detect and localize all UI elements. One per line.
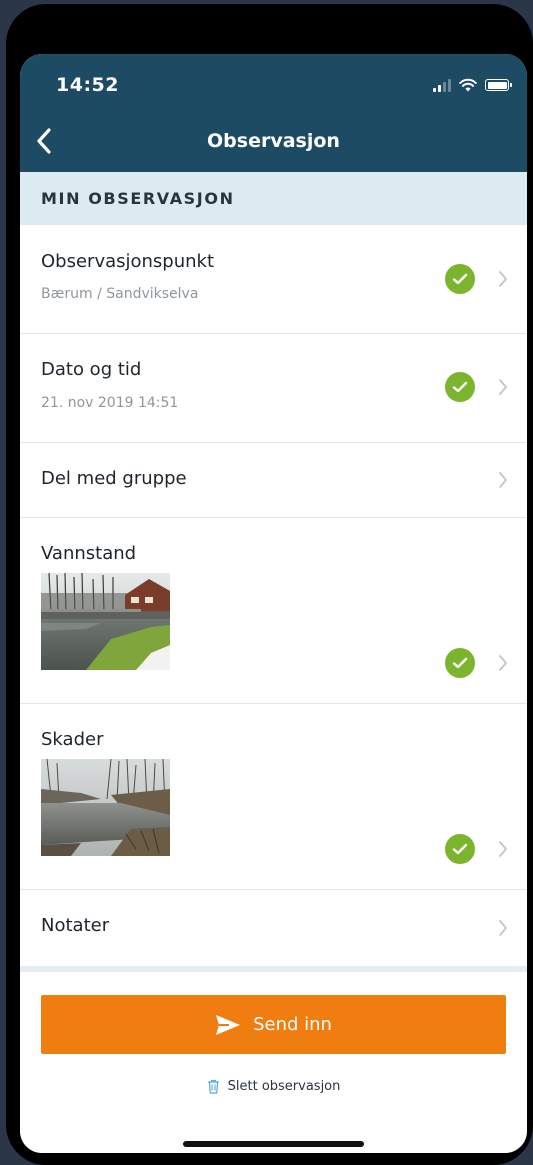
check-circle-icon [445,264,475,294]
delete-observation-link[interactable]: Slett observasjon [20,1074,527,1098]
status-time: 14:52 [56,74,119,96]
section-header: MIN OBSERVASJON [20,172,527,225]
check-circle-icon [445,648,475,678]
chevron-right-icon [496,376,510,398]
app-header: 14:52 Observasjon [20,54,527,172]
chevron-right-icon [496,652,510,674]
damage-photo[interactable] [41,759,170,856]
send-button-label: Send inn [253,1014,332,1035]
chevron-right-icon [496,469,510,491]
row-subtitle: 21. nov 2019 14:51 [41,395,179,411]
device-background: 14:52 Observasjon MIN OBSERVASJON Observ… [0,0,533,1165]
chevron-right-icon [496,917,510,939]
wifi-icon [459,78,477,92]
row-observation-point[interactable]: Observasjonspunkt Bærum / Sandvikselva [20,225,527,334]
row-title: Skader [41,729,104,750]
row-title: Observasjonspunkt [41,251,215,272]
status-icons [433,76,512,94]
battery-icon [485,79,512,91]
row-water-level[interactable]: Vannstand [20,518,527,704]
row-notes[interactable]: Notater [20,890,527,966]
trash-icon [207,1079,219,1094]
chevron-right-icon [496,268,510,290]
row-title: Notater [41,915,110,936]
home-indicator [183,1141,364,1147]
row-title: Dato og tid [41,359,142,380]
signal-icon [433,78,451,92]
check-circle-icon [445,834,475,864]
row-date-time[interactable]: Dato og tid 21. nov 2019 14:51 [20,334,527,443]
row-subtitle: Bærum / Sandvikselva [41,286,199,302]
delete-label: Slett observasjon [227,1078,341,1094]
action-footer: Send inn Slett observasjon [20,966,527,1153]
check-circle-icon [445,372,475,402]
chevron-right-icon [496,838,510,860]
water-level-photo[interactable] [41,573,170,670]
row-share-group[interactable]: Del med gruppe [20,443,527,518]
app-screen: 14:52 Observasjon MIN OBSERVASJON Observ… [20,54,527,1153]
row-title: Del med gruppe [41,468,187,489]
row-damage[interactable]: Skader [20,704,527,890]
send-button[interactable]: Send inn [41,995,506,1054]
row-title: Vannstand [41,543,137,564]
page-title: Observasjon [207,130,340,152]
send-icon [216,1014,241,1035]
